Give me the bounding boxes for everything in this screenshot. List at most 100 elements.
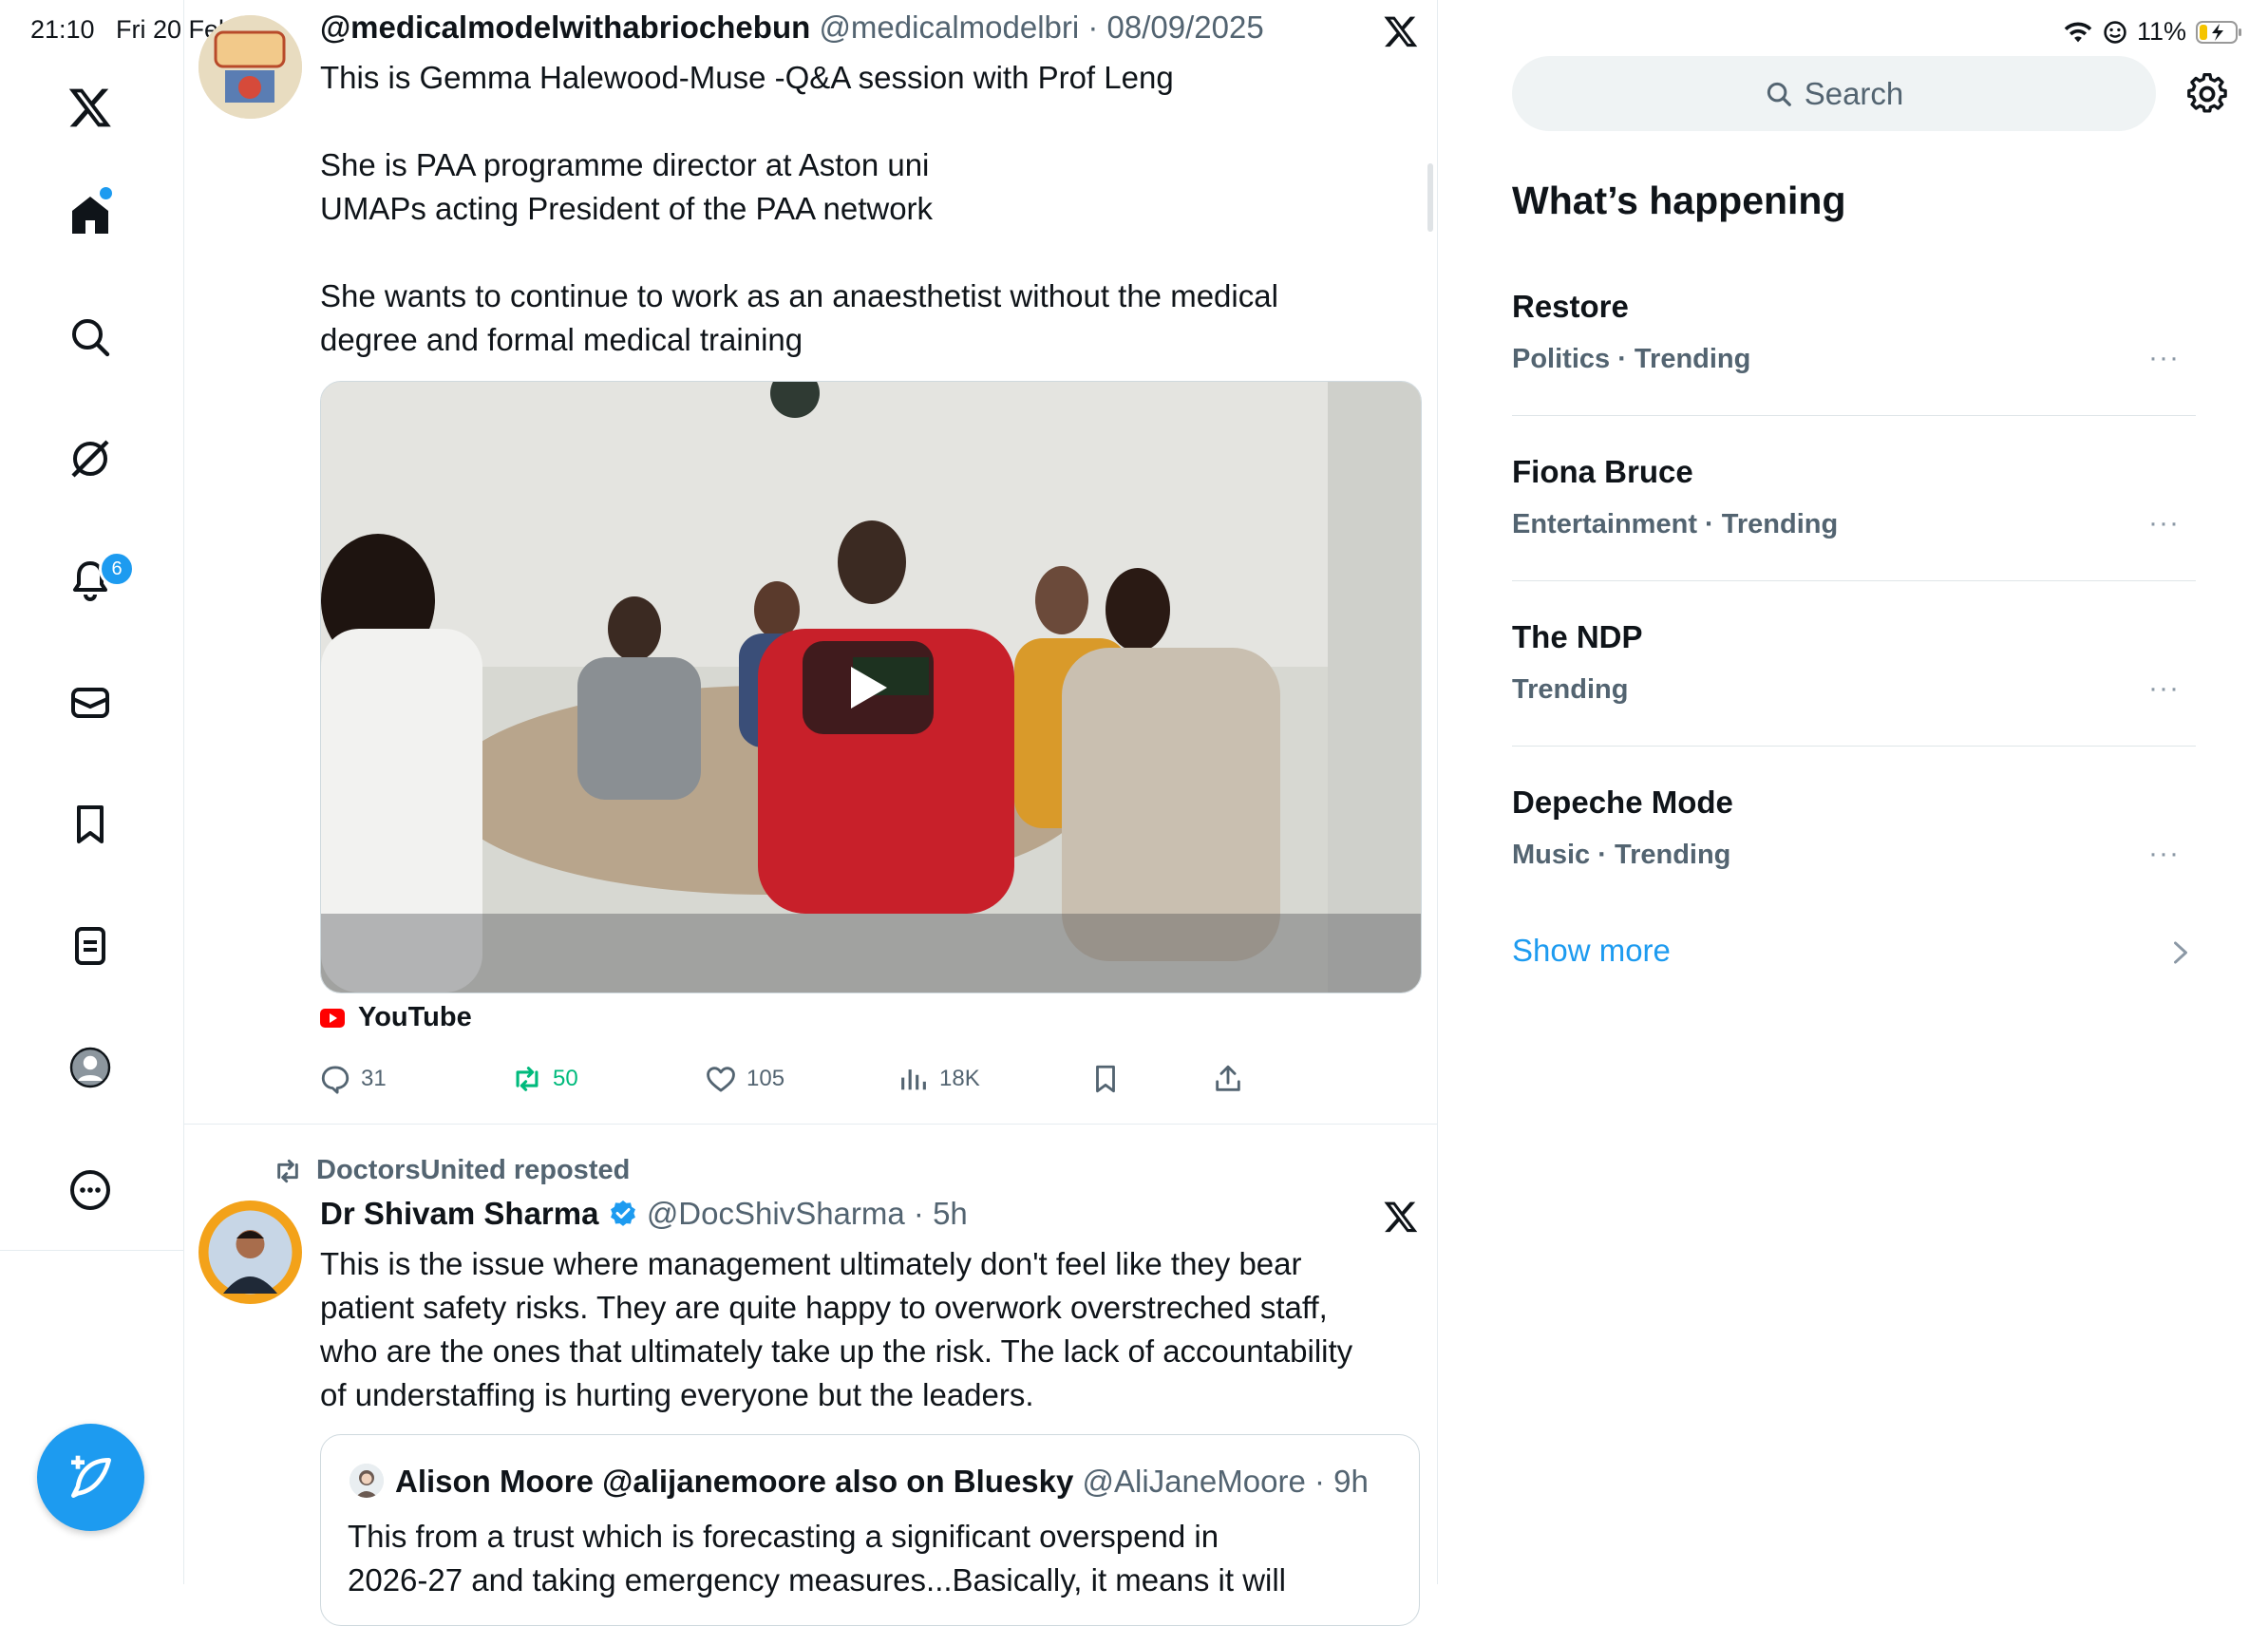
- grok-icon[interactable]: [57, 425, 123, 492]
- trend-meta: Music · Trending: [1512, 840, 1731, 870]
- tweet1-handle[interactable]: @medicalmodelbri: [819, 9, 1079, 45]
- play-icon: [851, 667, 887, 709]
- tweet2-display-name[interactable]: Dr Shivam Sharma: [320, 1196, 598, 1231]
- trend-title: Fiona Bruce: [1512, 454, 1693, 489]
- tweet1-views-button[interactable]: 18K: [898, 1060, 980, 1098]
- tweet1-view-count: 18K: [939, 1066, 980, 1091]
- quoted-line: 2026-27 and taking emergency measures...…: [348, 1562, 1287, 1598]
- tweet2-line: of understaffing is hurting everyone but…: [320, 1377, 1034, 1412]
- tweet2-reposted-by: DoctorsUnited reposted: [316, 1155, 631, 1185]
- quoted-line: This from a trust which is forecasting a…: [348, 1519, 1219, 1554]
- gear-icon: [2187, 72, 2227, 113]
- tweet2-avatar[interactable]: [198, 1201, 302, 1304]
- tweet1-text: This is Gemma Halewood-Muse -Q&A session…: [320, 56, 1412, 362]
- search-icon[interactable]: [57, 304, 123, 370]
- trend-title: Restore: [1512, 289, 1629, 324]
- whats-happening-heading: What’s happening: [1512, 179, 1846, 222]
- tweet1-share-button[interactable]: [1212, 1060, 1254, 1098]
- notifications-count-badge: 6: [99, 551, 135, 587]
- chevron-right-icon[interactable]: [2170, 940, 2191, 965]
- share-icon: [1216, 1065, 1240, 1091]
- tweet2-handle[interactable]: @DocShivSharma: [647, 1196, 905, 1231]
- tweet1-reply-count: 31: [361, 1066, 387, 1091]
- bookmark-icon: [1096, 1065, 1115, 1093]
- compose-button[interactable]: [37, 1424, 144, 1531]
- views-chart-icon: [901, 1069, 926, 1090]
- trend-more-button[interactable]: ···: [2148, 507, 2180, 539]
- trend-more-button[interactable]: ···: [2148, 838, 2180, 870]
- nav-divider: [0, 1250, 183, 1251]
- tweet2-repost-context[interactable]: DoctorsUnited reposted: [273, 1155, 630, 1186]
- tweet2-line: who are the ones that ultimately take up…: [320, 1333, 1353, 1369]
- tweet1-line: This is Gemma Halewood-Muse -Q&A session…: [320, 60, 1174, 95]
- youtube-logo-icon: [320, 1008, 345, 1028]
- more-options-icon[interactable]: [57, 1157, 123, 1223]
- x-logo-icon[interactable]: [57, 74, 123, 141]
- tweet2-time[interactable]: 5h: [933, 1196, 968, 1231]
- left-nav: 6: [0, 0, 183, 1584]
- tweet1-repost-button[interactable]: 50: [511, 1060, 578, 1098]
- search-bar[interactable]: Search: [1512, 56, 2156, 131]
- focus-icon: [2104, 20, 2126, 44]
- tweet1-display-name[interactable]: @medicalmodelwithabriochebun: [320, 9, 810, 45]
- reply-icon: [321, 1066, 350, 1094]
- tweet1-bookmark-button[interactable]: [1089, 1060, 1131, 1098]
- tweet1-source-label: YouTube: [358, 1002, 472, 1032]
- repost-small-icon: [277, 1159, 298, 1182]
- battery-charging-icon: [2196, 20, 2242, 44]
- tweet1-line: UMAPs acting President of the PAA networ…: [320, 191, 934, 226]
- search-icon: [1767, 82, 1791, 106]
- quoted-header: Alison Moore @alijanemoore also on Blues…: [395, 1464, 1369, 1499]
- tweet1-avatar[interactable]: [198, 15, 302, 119]
- quoted-time: 9h: [1333, 1464, 1369, 1499]
- tweet1-line: She is PAA programme director at Aston u…: [320, 147, 930, 182]
- trend-separator: [1512, 580, 2196, 581]
- quoted-text: This from a trust which is forecasting a…: [348, 1515, 1402, 1602]
- tweet-separator: [183, 1124, 1437, 1125]
- tweet1-like-count: 105: [747, 1066, 785, 1091]
- trend-title: The NDP: [1512, 619, 1643, 654]
- quoted-avatar: [350, 1464, 384, 1498]
- feed-right-border: [1437, 0, 1438, 1584]
- trend-meta: Entertainment · Trending: [1512, 509, 1839, 539]
- compose-feather-icon: [70, 1455, 111, 1498]
- like-heart-icon: [707, 1067, 735, 1092]
- tweet1-video-thumbnail[interactable]: [320, 381, 1422, 993]
- search-placeholder: Search: [1804, 75, 1904, 111]
- tweet1-header: @medicalmodelwithabriochebun @medicalmod…: [320, 9, 1264, 45]
- messages-icon[interactable]: [57, 670, 123, 736]
- quoted-handle: @AliJaneMoore: [1082, 1464, 1306, 1499]
- home-notification-dot: [100, 187, 112, 199]
- quoted-display-name: Alison Moore @alijanemoore also on Blues…: [395, 1464, 1074, 1499]
- wifi-icon: [2064, 21, 2092, 42]
- tweet1-repost-count: 50: [553, 1066, 578, 1091]
- home-icon[interactable]: [57, 181, 123, 248]
- repost-icon: [516, 1067, 539, 1091]
- tweet1-date[interactable]: 08/09/2025: [1107, 9, 1264, 45]
- trend-separator: [1512, 415, 2196, 416]
- verified-badge-icon: [610, 1201, 635, 1226]
- trend-separator: [1512, 746, 2196, 747]
- tweet1-line: She wants to continue to work as an anae…: [320, 278, 1278, 313]
- battery-percent: 11%: [2137, 17, 2187, 46]
- trend-title: Depeche Mode: [1512, 785, 1733, 820]
- show-more-link[interactable]: Show more: [1512, 933, 1671, 969]
- feed-scrollbar[interactable]: [1427, 163, 1433, 232]
- trend-more-button[interactable]: ···: [2148, 342, 2180, 374]
- tweet1-line: degree and formal medical training: [320, 322, 803, 357]
- tweet2-header: Dr Shivam Sharma @DocShivSharma · 5h: [320, 1196, 968, 1231]
- quoted-tweet[interactable]: Alison Moore @alijanemoore also on Blues…: [320, 1434, 1420, 1626]
- profile-avatar-icon[interactable]: [57, 1034, 123, 1101]
- tweet1-x-logo-icon[interactable]: [1383, 13, 1419, 49]
- bookmarks-icon[interactable]: [57, 791, 123, 858]
- trend-more-button[interactable]: ···: [2148, 672, 2180, 705]
- settings-button[interactable]: [2186, 72, 2228, 120]
- trend-meta: Trending: [1512, 674, 1629, 705]
- feed-left-border: [183, 0, 184, 1584]
- tweet1-like-button[interactable]: 105: [705, 1060, 784, 1098]
- video-play-button[interactable]: [803, 641, 934, 734]
- lists-icon[interactable]: [57, 913, 123, 979]
- tweet1-reply-button[interactable]: 31: [319, 1060, 387, 1098]
- tweet2-x-logo-icon[interactable]: [1383, 1199, 1419, 1235]
- tweet1-source[interactable]: YouTube: [320, 1002, 472, 1033]
